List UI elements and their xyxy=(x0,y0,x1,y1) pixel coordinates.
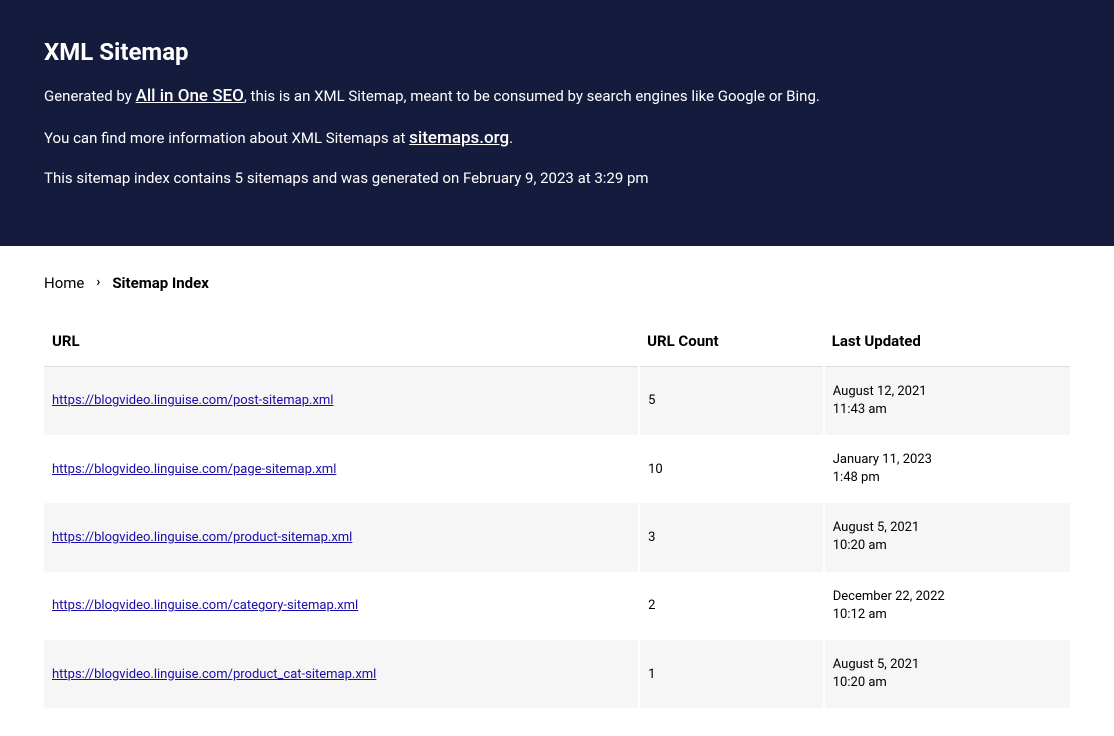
chevron-right-icon: › xyxy=(96,275,100,290)
cell-count: 2 xyxy=(639,572,824,640)
updated-date: January 11, 2023 xyxy=(833,451,1062,469)
header-line-1: Generated by All in One SEO, this is an … xyxy=(44,84,1070,110)
breadcrumb: Home › Sitemap Index xyxy=(44,274,1070,292)
cell-count: 3 xyxy=(639,503,824,571)
updated-date: August 5, 2021 xyxy=(833,519,1062,537)
header-line1-suffix: , this is an XML Sitemap, meant to be co… xyxy=(244,87,820,105)
cell-updated: August 12, 202111:43 am xyxy=(824,366,1070,435)
header-line1-prefix: Generated by xyxy=(44,87,136,105)
updated-date: December 22, 2022 xyxy=(833,588,1062,606)
header-line-2: You can find more information about XML … xyxy=(44,126,1070,152)
column-header-url: URL xyxy=(44,322,639,367)
updated-time: 10:20 am xyxy=(833,537,1062,555)
sitemap-url-link[interactable]: https://blogvideo.linguise.com/post-site… xyxy=(52,393,333,408)
table-row: https://blogvideo.linguise.com/product_c… xyxy=(44,640,1070,708)
cell-count: 1 xyxy=(639,640,824,708)
cell-updated: December 22, 202210:12 am xyxy=(824,572,1070,640)
cell-count: 10 xyxy=(639,435,824,503)
content-area: Home › Sitemap Index URL URL Count Last … xyxy=(0,246,1114,736)
breadcrumb-current: Sitemap Index xyxy=(112,274,209,292)
sitemap-url-link[interactable]: https://blogvideo.linguise.com/category-… xyxy=(52,598,358,613)
cell-url: https://blogvideo.linguise.com/page-site… xyxy=(44,435,639,503)
cell-url: https://blogvideo.linguise.com/post-site… xyxy=(44,366,639,435)
column-header-count: URL Count xyxy=(639,322,824,367)
column-header-updated: Last Updated xyxy=(824,322,1070,367)
sitemap-table: URL URL Count Last Updated https://blogv… xyxy=(44,322,1070,709)
updated-time: 10:12 am xyxy=(833,606,1062,624)
cell-url: https://blogvideo.linguise.com/product-s… xyxy=(44,503,639,571)
sitemap-url-link[interactable]: https://blogvideo.linguise.com/page-site… xyxy=(52,462,336,477)
cell-url: https://blogvideo.linguise.com/category-… xyxy=(44,572,639,640)
table-row: https://blogvideo.linguise.com/product-s… xyxy=(44,503,1070,571)
updated-date: August 5, 2021 xyxy=(833,656,1062,674)
table-row: https://blogvideo.linguise.com/category-… xyxy=(44,572,1070,640)
updated-time: 11:43 am xyxy=(833,401,1062,419)
sitemap-url-link[interactable]: https://blogvideo.linguise.com/product_c… xyxy=(52,667,376,682)
cell-url: https://blogvideo.linguise.com/product_c… xyxy=(44,640,639,708)
sitemaps-org-link[interactable]: sitemaps.org xyxy=(409,128,509,148)
page-header: XML Sitemap Generated by All in One SEO,… xyxy=(0,0,1114,246)
table-row: https://blogvideo.linguise.com/post-site… xyxy=(44,366,1070,435)
page-title: XML Sitemap xyxy=(44,38,1070,66)
header-line2-suffix: . xyxy=(509,129,513,147)
all-in-one-seo-link[interactable]: All in One SEO xyxy=(136,86,244,106)
header-line-3: This sitemap index contains 5 sitemaps a… xyxy=(44,167,1070,190)
header-line2-prefix: You can find more information about XML … xyxy=(44,129,409,147)
table-row: https://blogvideo.linguise.com/page-site… xyxy=(44,435,1070,503)
cell-updated: August 5, 202110:20 am xyxy=(824,640,1070,708)
cell-updated: August 5, 202110:20 am xyxy=(824,503,1070,571)
cell-count: 5 xyxy=(639,366,824,435)
updated-date: August 12, 2021 xyxy=(833,383,1062,401)
cell-updated: January 11, 20231:48 pm xyxy=(824,435,1070,503)
breadcrumb-home[interactable]: Home xyxy=(44,274,84,292)
updated-time: 1:48 pm xyxy=(833,469,1062,487)
sitemap-url-link[interactable]: https://blogvideo.linguise.com/product-s… xyxy=(52,530,352,545)
updated-time: 10:20 am xyxy=(833,674,1062,692)
